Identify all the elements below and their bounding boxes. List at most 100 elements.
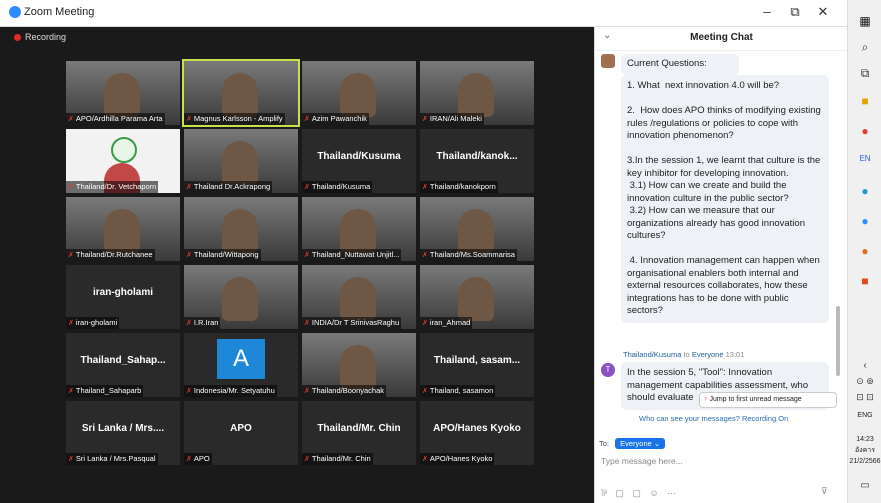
participant-tile[interactable]: A ✗ Indonesia/Mr. Setyatuhu bbox=[184, 333, 298, 397]
window-title: Zoom Meeting bbox=[24, 6, 95, 18]
participant-tile[interactable]: ✗ I.R.Iran bbox=[184, 265, 298, 329]
participant-name: Thailand/Dr.Rutchanee bbox=[75, 250, 153, 259]
send-icon[interactable]: ⊽ bbox=[821, 486, 828, 497]
mic-muted-icon: ✗ bbox=[68, 456, 74, 463]
participant-tile[interactable]: Thailand/Kusuma ✗ Thailand/Kusuma bbox=[302, 129, 416, 193]
participant-name: Azim Pawanchik bbox=[311, 114, 367, 123]
folder-icon[interactable]: ■ bbox=[848, 94, 881, 108]
zoom-taskbar-icon[interactable]: ● bbox=[848, 214, 881, 228]
participant-name-label: ✗ APO/Hanes Kyoko bbox=[420, 453, 495, 465]
language-indicator[interactable]: ENG bbox=[848, 411, 881, 420]
chrome-icon[interactable]: ● bbox=[848, 124, 881, 138]
recipient-select[interactable]: Everyone ⌄ bbox=[615, 438, 666, 449]
chevron-up-icon[interactable]: ‹ bbox=[848, 360, 881, 371]
participant-name: Thailand Dr.Ackrapong bbox=[193, 182, 271, 191]
participant-video bbox=[222, 73, 258, 117]
minimize-button[interactable]: – bbox=[756, 3, 778, 21]
participant-name: Magnus Karlsson - Amplify bbox=[193, 114, 283, 123]
mic-muted-icon: ✗ bbox=[304, 388, 310, 395]
participant-name-label: ✗ iran-gholami bbox=[66, 317, 120, 329]
clock-day[interactable]: อังคาร bbox=[848, 446, 881, 455]
participant-name: Thailand, sasamon bbox=[429, 386, 494, 395]
participant-name: Thailand/Wittapong bbox=[193, 250, 259, 259]
mic-muted-icon: ✗ bbox=[68, 388, 74, 395]
participant-name-label: ✗ Thailand_Nuttawat Unjitl... bbox=[302, 249, 402, 261]
mic-muted-icon: ✗ bbox=[68, 116, 74, 123]
start-icon[interactable]: ▦ bbox=[848, 14, 881, 28]
chat-panel: ⌄ Meeting Chat Current Questions: 1. Wha… bbox=[594, 26, 848, 503]
participant-name: Thailand_Nuttawat Unjitl... bbox=[311, 250, 400, 259]
chat-message-label: Current Questions: bbox=[621, 54, 739, 75]
network-icon[interactable]: ⊡ ⊡ bbox=[848, 392, 881, 403]
participant-tile[interactable]: APO ✗ APO bbox=[184, 401, 298, 465]
chrome-alt-icon[interactable]: ● bbox=[848, 244, 881, 258]
mic-muted-icon: ✗ bbox=[422, 252, 428, 259]
participant-tile[interactable]: Sri Lanka / Mrs.... ✗ Sri Lanka / Mrs.Pasq… bbox=[66, 401, 180, 465]
participant-tile[interactable]: Thailand_Sahap... ✗ Thailand_Sahaparb bbox=[66, 333, 180, 397]
zoom-meeting-window: Recording ✗ APO/Ardhilla Parama Arta ✗ Magn… bbox=[0, 0, 594, 503]
participant-name: APO/Hanes Kyoko bbox=[429, 454, 493, 463]
recording-indicator[interactable]: Recording bbox=[14, 32, 66, 42]
clock-time[interactable]: 14:23 bbox=[848, 435, 881, 444]
participant-tile[interactable]: Thailand/kanok... ✗ Thailand/kanokporn bbox=[420, 129, 534, 193]
mic-muted-icon: ✗ bbox=[304, 456, 310, 463]
participant-tile[interactable]: ✗ APO/Ardhilla Parama Arta bbox=[66, 61, 180, 125]
chat-toolbar[interactable]: ⅌ ▢ ▢ ☺ ⋯ bbox=[601, 486, 679, 499]
participant-video bbox=[340, 73, 376, 117]
participant-tile[interactable]: ✗ Magnus Karlsson - Amplify bbox=[182, 59, 300, 127]
participant-tile[interactable]: ✗ Thailand/Boonyachak bbox=[302, 333, 416, 397]
participant-tile[interactable]: ✗ Azim Pawanchik bbox=[302, 61, 416, 125]
language-app-icon[interactable]: EN bbox=[848, 154, 881, 163]
participant-name-label: ✗ Thailand/Mr. Chin bbox=[302, 453, 373, 465]
participant-video bbox=[222, 277, 258, 321]
participant-tile[interactable]: ✗ iran_Ahmad bbox=[420, 265, 534, 329]
task-view-icon[interactable]: ⧉ bbox=[848, 66, 881, 81]
restore-button[interactable]: ⧉ bbox=[784, 3, 806, 21]
who-can-see-link[interactable]: Who can see your messages? Recording On bbox=[639, 414, 788, 423]
mic-muted-icon: ✗ bbox=[304, 252, 310, 259]
search-icon[interactable]: ⌕ bbox=[848, 40, 881, 55]
participant-tile[interactable]: ✗ Thailand/Ms.Soammarisa bbox=[420, 197, 534, 261]
participant-name-label: ✗ APO/Ardhilla Parama Arta bbox=[66, 113, 165, 125]
recipient-row: To: Everyone ⌄ bbox=[599, 438, 666, 449]
chat-input[interactable]: Type message here... bbox=[601, 456, 683, 466]
mic-muted-icon: ✗ bbox=[304, 320, 310, 327]
participant-display-name: Thailand/Kusuma bbox=[317, 151, 401, 162]
participant-tile[interactable]: APO/Hanes Kyoko ✗ APO/Hanes Kyoko bbox=[420, 401, 534, 465]
participant-name: Sri Lanka / Mrs.Pasqual bbox=[75, 454, 156, 463]
tray-icons[interactable]: ⊙ ⊚ bbox=[848, 376, 881, 387]
mic-muted-icon: ✗ bbox=[186, 116, 192, 123]
mic-muted-icon: ✗ bbox=[422, 116, 428, 123]
participant-name: Thailand/kanokporn bbox=[429, 182, 496, 191]
close-button[interactable]: ✕ bbox=[812, 3, 834, 21]
participant-tile[interactable]: ✗ Thailand/Dr. Vetchaporn bbox=[66, 129, 180, 193]
office-icon[interactable]: ■ bbox=[848, 274, 881, 288]
mic-muted-icon: ✗ bbox=[186, 456, 192, 463]
participant-video bbox=[458, 209, 494, 253]
windows-taskbar: ▦ ⌕ ⧉ ■ ● EN ● ● ● ■ ‹ ⊙ ⊚ ⊡ ⊡ ENG 14:23… bbox=[847, 0, 881, 503]
participant-tile[interactable]: ✗ INDIA/Dr T SrinivasRaghu bbox=[302, 265, 416, 329]
participant-tile[interactable]: ✗ IRAN/Ali Maleki bbox=[420, 61, 534, 125]
participant-name: Thailand/Dr. Vetchaporn bbox=[75, 182, 157, 191]
chat-scrollbar[interactable] bbox=[836, 306, 840, 376]
participant-name-label: ✗ Magnus Karlsson - Amplify bbox=[184, 113, 285, 125]
participant-tile[interactable]: ✗ Thailand/Dr.Rutchanee bbox=[66, 197, 180, 261]
notification-icon[interactable]: ▭ bbox=[848, 480, 881, 491]
participant-display-name: APO bbox=[230, 423, 252, 434]
edge-icon[interactable]: ● bbox=[848, 184, 881, 198]
participant-tile[interactable]: ✗ Thailand Dr.Ackrapong bbox=[184, 129, 298, 193]
participant-tile[interactable]: Thailand/Mr. Chin ✗ Thailand/Mr. Chin bbox=[302, 401, 416, 465]
participant-name-label: ✗ APO bbox=[184, 453, 212, 465]
participant-name-label: ✗ Azim Pawanchik bbox=[302, 113, 369, 125]
participant-name: Indonesia/Mr. Setyatuhu bbox=[193, 386, 275, 395]
participant-tile[interactable]: Thailand, sasam... ✗ Thailand, sasamon bbox=[420, 333, 534, 397]
participant-name: IRAN/Ali Maleki bbox=[429, 114, 482, 123]
mic-muted-icon: ✗ bbox=[186, 252, 192, 259]
chat-message: 1. What next innovation 4.0 will be? 2. … bbox=[621, 75, 829, 323]
participant-tile[interactable]: iran-gholami ✗ iran-gholami bbox=[66, 265, 180, 329]
participant-tile[interactable]: ✗ Thailand_Nuttawat Unjitl... bbox=[302, 197, 416, 261]
participant-name: iran_Ahmad bbox=[429, 318, 471, 327]
jump-to-unread-button[interactable]: ↑ Jump to first unread message bbox=[699, 392, 837, 408]
clock-date[interactable]: 21/2/2566 bbox=[848, 457, 881, 466]
participant-tile[interactable]: ✗ Thailand/Wittapong bbox=[184, 197, 298, 261]
